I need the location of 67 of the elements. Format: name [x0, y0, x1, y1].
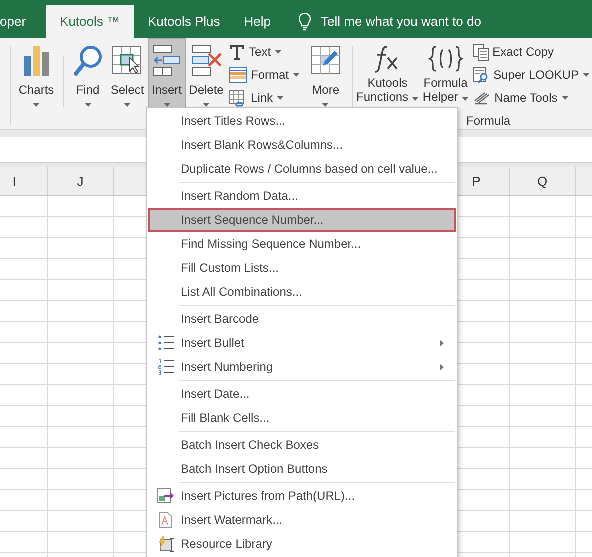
search-icon: [73, 45, 103, 77]
lookup-icon: [472, 66, 490, 84]
ribbon-small-button[interactable]: Format: [227, 65, 302, 85]
ribbon-tab[interactable]: oper: [0, 5, 38, 38]
ribbon-button[interactable]: Kutools Functions: [354, 38, 421, 112]
format-table-icon: [229, 67, 248, 83]
ribbon-button[interactable]: Insert: [148, 38, 186, 108]
menu-item[interactable]: Insert Titles Rows...: [148, 109, 456, 133]
menu-item[interactable]: Insert Date...: [148, 382, 456, 406]
ribbon-button[interactable]: Select: [107, 38, 148, 108]
bar-chart-icon: [24, 46, 50, 76]
ribbon-small-button[interactable]: Super LOOKUP: [470, 65, 592, 85]
ribbon-tab[interactable]: Kutools Plus: [136, 5, 232, 38]
group-label: Formula: [466, 114, 511, 128]
ribbon-button[interactable]: Formula Helper: [420, 38, 471, 112]
submenu-arrow-icon: [440, 340, 444, 346]
column-header[interactable]: Q: [510, 167, 576, 195]
caret-icon: [84, 103, 92, 107]
menu-item[interactable]: Find Missing Sequence Number...: [148, 232, 456, 256]
ribbon-small-button[interactable]: Exact Copy: [470, 42, 592, 62]
ribbon-button[interactable]: More: [306, 38, 346, 108]
menu-item[interactable]: Insert Blank Rows&Columns...: [148, 133, 456, 157]
table-cursor-icon: [112, 46, 144, 76]
bullet-list-icon: [158, 335, 174, 351]
caret-icon: [124, 103, 131, 107]
ribbon-tab[interactable]: Help: [232, 5, 284, 38]
name-list-icon: [472, 90, 491, 106]
column-header[interactable]: J: [48, 167, 114, 195]
menu-item[interactable]: Insert Watermark...: [148, 508, 456, 532]
insert-cells-icon: [152, 45, 182, 77]
column-header[interactable]: I: [0, 167, 48, 195]
caret-icon: [275, 50, 282, 54]
menu-item[interactable]: Insert Numbering: [148, 355, 456, 379]
menu-item[interactable]: Insert Pictures from Path(URL)...: [148, 484, 456, 508]
menu-item[interactable]: Fill Blank Cells...: [148, 406, 456, 430]
submenu-arrow-icon: [440, 364, 444, 370]
lightbulb-icon: [299, 12, 312, 30]
menu-item[interactable]: Insert Sequence Number...: [148, 208, 456, 232]
document-icon: [159, 512, 172, 528]
caret-icon: [33, 103, 40, 107]
menu-item[interactable]: Insert Bullet: [148, 331, 456, 355]
menu-item[interactable]: Fill Custom Lists...: [148, 256, 456, 280]
menu-item[interactable]: Resource Library: [148, 532, 456, 556]
braces-icon: [428, 44, 464, 74]
ribbon-button[interactable]: Charts: [14, 38, 58, 108]
caret-icon: [582, 73, 590, 77]
menu-item[interactable]: Insert Barcode: [148, 307, 456, 331]
ribbon-small-button[interactable]: Name Tools: [470, 88, 592, 108]
delete-cells-icon: [190, 45, 223, 77]
letter-t-icon: [229, 44, 246, 60]
table-pencil-icon: [310, 46, 341, 76]
ribbon-tab[interactable]: Kutools ™: [46, 5, 134, 38]
caret-icon: [562, 96, 569, 100]
menu-item[interactable]: List All Combinations...: [148, 280, 456, 304]
menu-item[interactable]: Batch Insert Check Boxes: [148, 433, 456, 457]
numbered-list-icon: [158, 359, 174, 375]
caret-icon: [462, 97, 469, 101]
copy-icon: [472, 44, 489, 60]
caret-icon: [412, 97, 419, 101]
caret-icon: [293, 73, 300, 77]
lightning-book-icon: [156, 536, 174, 552]
caret-icon: [277, 96, 284, 100]
menu-item[interactable]: Batch Insert Option Buttons: [148, 457, 456, 481]
tell-me-search[interactable]: Tell me what you want to do: [321, 14, 482, 29]
ribbon-button[interactable]: Delete: [186, 38, 228, 108]
ribbon-small-button[interactable]: Text: [227, 42, 302, 62]
ribbon-button[interactable]: Find: [69, 38, 107, 108]
